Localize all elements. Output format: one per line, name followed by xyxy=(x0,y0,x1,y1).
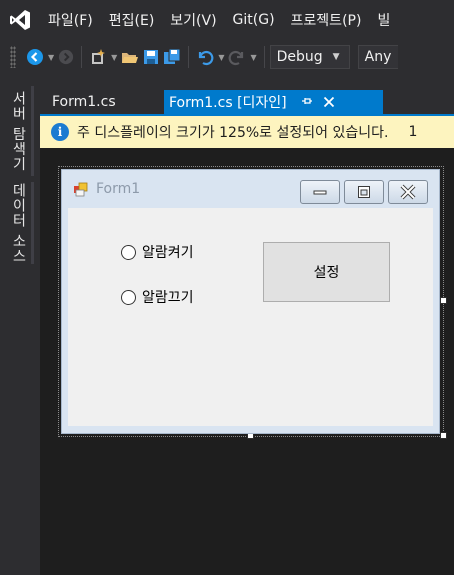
info-bar: i 주 디스플레이의 크기가 125%로 설정되어 있습니다. 1 xyxy=(40,116,454,148)
new-dropdown-icon[interactable]: ▼ xyxy=(111,53,117,62)
toolbar-separator xyxy=(81,46,83,68)
radio-alarm-off[interactable]: 알람끄기 xyxy=(121,287,194,307)
forward-arrow-icon xyxy=(59,49,74,65)
solution-platform-select[interactable]: Any xyxy=(357,45,398,69)
radio-label: 알람켜기 xyxy=(142,245,194,261)
visual-studio-logo-icon[interactable] xyxy=(0,0,40,40)
open-file-button[interactable] xyxy=(121,45,139,69)
menu-git[interactable]: Git(G) xyxy=(225,0,283,40)
new-project-button[interactable] xyxy=(89,45,107,69)
redo-icon xyxy=(229,50,244,66)
undo-icon xyxy=(199,50,214,66)
form1-window[interactable]: Form1 알람켜기 알람끄기 설정 xyxy=(61,169,440,434)
new-project-icon xyxy=(92,49,106,64)
toolbar-separator xyxy=(263,46,265,68)
back-dropdown-icon[interactable]: ▼ xyxy=(48,53,54,62)
radio-label: 알람끄기 xyxy=(142,290,194,306)
radio-circle xyxy=(121,289,136,305)
menu-view[interactable]: 보기(V) xyxy=(162,0,224,40)
back-navigation-button[interactable] xyxy=(26,45,44,69)
open-folder-icon xyxy=(122,53,139,63)
tab-form1-design[interactable]: Form1.cs [디자인] xyxy=(164,90,383,114)
info-message: 주 디스플레이의 크기가 125%로 설정되어 있습니다. xyxy=(77,125,389,141)
info-extra-text: 1 xyxy=(408,124,418,140)
set-button-label: 설정 xyxy=(313,265,340,281)
side-tab-label: 데이터 소스 xyxy=(10,182,27,264)
tool-window-side-strip: 서버 탐색기 데이터 소스 xyxy=(0,74,40,575)
forward-navigation-button[interactable] xyxy=(58,45,74,69)
menu-edit[interactable]: 편집(E) xyxy=(101,0,163,40)
close-icon[interactable] xyxy=(321,94,337,110)
side-tab-label: 서버 탐색기 xyxy=(10,90,27,172)
radio-alarm-on[interactable]: 알람켜기 xyxy=(121,242,194,262)
side-tab-data-sources[interactable]: 데이터 소스 xyxy=(6,182,34,264)
tab-label: Form1.cs xyxy=(52,94,116,110)
configuration-value: Debug xyxy=(276,49,323,65)
undo-dropdown-icon[interactable]: ▼ xyxy=(218,53,224,62)
menu-bar: 파일(F) 편집(E) 보기(V) Git(G) 프로젝트(P) 빌 xyxy=(0,0,454,40)
info-icon: i xyxy=(51,123,69,141)
maximize-button[interactable] xyxy=(344,180,384,204)
document-tab-well: Form1.cs Form1.cs [디자인] xyxy=(40,74,454,114)
tab-form1-code[interactable]: Form1.cs xyxy=(46,90,122,114)
menu-build[interactable]: 빌 xyxy=(369,0,398,40)
standard-toolbar: ▼ ▼ ▼ ▼ Debug ▼ Any xyxy=(0,40,454,74)
pin-icon[interactable] xyxy=(301,95,313,110)
undo-button[interactable] xyxy=(196,45,214,69)
minimize-icon xyxy=(313,190,327,195)
solution-configuration-select[interactable]: Debug ▼ xyxy=(269,45,350,69)
redo-button[interactable] xyxy=(228,45,246,69)
save-all-icon xyxy=(164,48,181,64)
set-button[interactable]: 설정 xyxy=(263,242,390,302)
chevron-down-icon: ▼ xyxy=(332,52,340,62)
close-icon xyxy=(400,184,416,200)
save-icon xyxy=(144,50,159,64)
side-tab-server-explorer[interactable]: 서버 탐색기 xyxy=(6,86,34,176)
maximize-icon xyxy=(358,186,370,198)
menu-file[interactable]: 파일(F) xyxy=(40,0,101,40)
form-title: Form1 xyxy=(96,181,141,197)
radio-circle xyxy=(121,244,136,260)
resize-handle-right[interactable] xyxy=(440,297,447,304)
form-client-area[interactable]: 알람켜기 알람끄기 설정 xyxy=(68,208,433,426)
toolbar-separator xyxy=(188,46,190,68)
redo-dropdown-icon[interactable]: ▼ xyxy=(250,53,256,62)
toolbar-grip[interactable] xyxy=(10,46,16,68)
resize-handle-bottom-right[interactable] xyxy=(440,432,447,439)
form-icon xyxy=(73,181,89,197)
save-all-button[interactable] xyxy=(163,45,181,69)
minimize-button[interactable] xyxy=(300,180,340,204)
close-window-button[interactable] xyxy=(388,180,428,204)
menu-project[interactable]: 프로젝트(P) xyxy=(283,0,370,40)
save-button[interactable] xyxy=(143,45,159,69)
platform-value: Any xyxy=(364,49,392,65)
back-arrow-icon xyxy=(27,49,43,65)
tab-label: Form1.cs [디자인] xyxy=(169,95,287,111)
